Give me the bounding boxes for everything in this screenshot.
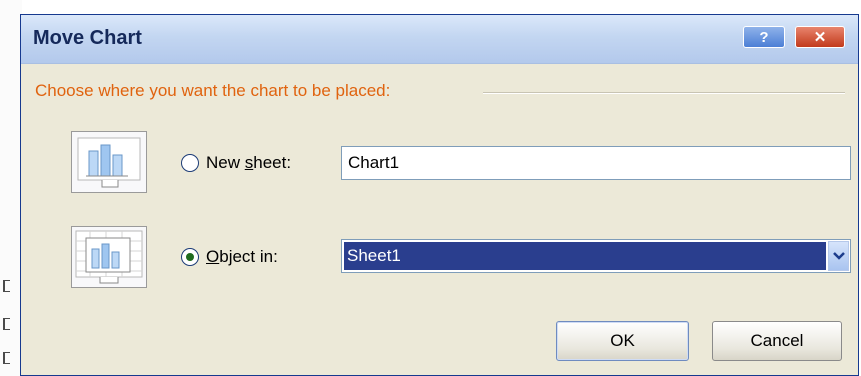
ok-button[interactable]: OK	[556, 321, 689, 361]
new-sheet-radio[interactable]	[181, 154, 199, 172]
dialog-titlebar[interactable]: Move Chart ? ✕	[21, 15, 858, 64]
move-chart-dialog: Move Chart ? ✕ Choose where you want the…	[20, 14, 859, 376]
chevron-down-icon	[833, 252, 845, 260]
object-in-radio[interactable]	[181, 248, 199, 266]
background-cell-mark	[3, 318, 10, 330]
new-sheet-chart-icon	[71, 131, 147, 193]
new-sheet-name-input[interactable]	[341, 146, 851, 180]
background-cell-mark	[3, 352, 10, 364]
object-in-label: Object in:	[206, 247, 278, 266]
new-sheet-option[interactable]: New sheet:	[181, 153, 291, 173]
instruction-label: Choose where you want the chart to be pl…	[35, 81, 391, 100]
object-in-selected-value[interactable]: Sheet1	[344, 242, 826, 270]
close-button[interactable]: ✕	[795, 26, 845, 48]
new-sheet-label: New sheet:	[206, 153, 292, 172]
object-in-option[interactable]: Object in:	[181, 247, 278, 267]
help-button[interactable]: ?	[743, 26, 785, 48]
cancel-button[interactable]: Cancel	[712, 321, 842, 361]
dropdown-button[interactable]	[828, 241, 849, 271]
object-in-sheet-select[interactable]: Sheet1	[341, 239, 851, 273]
background-cell-mark	[3, 280, 10, 292]
embedded-chart-icon	[71, 226, 147, 288]
background-spreadsheet	[0, 0, 22, 376]
dialog-title: Move Chart	[33, 27, 142, 49]
group-separator	[483, 92, 845, 94]
